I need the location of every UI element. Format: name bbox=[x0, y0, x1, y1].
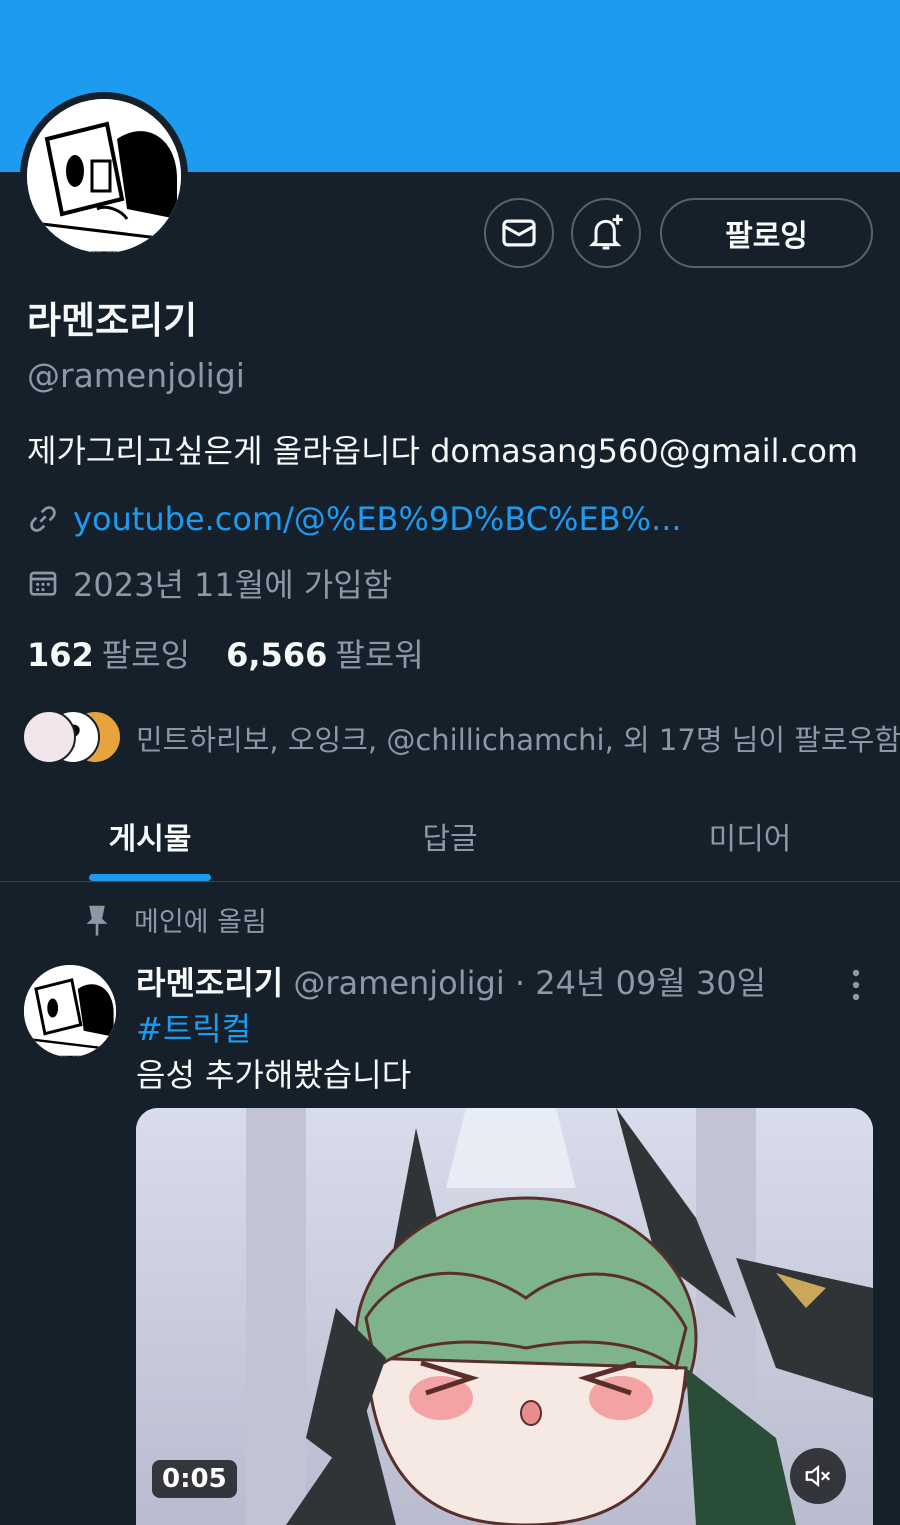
post-video[interactable]: 0:05 bbox=[136, 1108, 873, 1525]
notify-button[interactable] bbox=[571, 198, 641, 268]
following-count: 162 bbox=[27, 636, 94, 674]
post-hashtag[interactable]: #트릭컬 bbox=[136, 1004, 251, 1050]
pinned-indicator: 메인에 올림 bbox=[84, 900, 267, 939]
followers-count: 6,566 bbox=[226, 636, 328, 674]
link-icon bbox=[30, 506, 56, 532]
more-vertical-icon bbox=[852, 969, 860, 1001]
active-tab-indicator bbox=[89, 874, 211, 881]
mail-icon bbox=[502, 219, 536, 247]
tab-replies[interactable]: 답글 bbox=[300, 790, 600, 881]
bell-plus-icon bbox=[589, 214, 623, 250]
video-duration: 0:05 bbox=[152, 1460, 237, 1498]
message-button[interactable] bbox=[484, 198, 554, 268]
volume-mute-icon bbox=[805, 1464, 831, 1488]
profile-link[interactable]: youtube.com/@%EB%9D%BC%EB%... bbox=[73, 500, 682, 538]
profile-link-row[interactable]: youtube.com/@%EB%9D%BC%EB%... bbox=[27, 500, 682, 538]
following-label: 팔로잉 bbox=[101, 636, 191, 674]
follow-counts: 162 팔로잉 6,566 팔로워 bbox=[27, 630, 424, 676]
calendar-icon bbox=[29, 571, 57, 596]
tab-posts[interactable]: 게시물 bbox=[0, 790, 300, 881]
post-more-button[interactable] bbox=[844, 965, 868, 1005]
followers-count-link[interactable]: 6,566 팔로워 bbox=[226, 630, 424, 676]
mute-button[interactable] bbox=[790, 1448, 846, 1504]
post-text: 음성 추가해봤습니다 bbox=[136, 1056, 412, 1094]
profile-display-name: 라멘조리기 bbox=[27, 299, 198, 342]
post-header: 라멘조리기 @ramenjoligi · 24년 09월 30일 bbox=[136, 958, 766, 1004]
pinned-label: 메인에 올림 bbox=[134, 907, 267, 938]
post-author-name[interactable]: 라멘조리기 bbox=[136, 964, 283, 1002]
post-handle-date[interactable]: @ramenjoligi · 24년 09월 30일 bbox=[293, 964, 766, 1002]
mutual-avatars: ? bbox=[22, 710, 122, 766]
followers-you-know-text: 민트하리보, 오잉크, @chillichamchi, 외 17명 님이 팔로우… bbox=[136, 723, 900, 757]
tab-label: 게시물 bbox=[108, 821, 192, 857]
profile-handle: @ramenjoligi bbox=[27, 356, 245, 395]
tab-label: 미디어 bbox=[708, 821, 792, 857]
followers-label: 팔로워 bbox=[335, 636, 424, 674]
video-frame bbox=[136, 1108, 873, 1525]
post-author-avatar[interactable] bbox=[24, 965, 116, 1057]
profile-avatar[interactable] bbox=[20, 92, 188, 260]
profile-joined-row: 2023년 11월에 가입함 bbox=[27, 560, 392, 606]
profile-tabs: 게시물 답글 미디어 bbox=[0, 790, 900, 882]
following-button[interactable]: 팔로잉 bbox=[660, 198, 873, 268]
followers-you-know[interactable]: ? 민트하리보, 오잉크, @chillichamchi, 외 17명 님이 팔… bbox=[22, 710, 900, 766]
pin-icon bbox=[86, 905, 108, 936]
mutual-avatar bbox=[22, 710, 76, 764]
profile-bio: 제가그리고싶은게 올라옵니다 domasang560@gmail.com bbox=[27, 432, 859, 470]
tab-media[interactable]: 미디어 bbox=[600, 790, 900, 881]
profile-joined-date: 2023년 11월에 가입함 bbox=[73, 566, 393, 604]
following-count-link[interactable]: 162 팔로잉 bbox=[27, 630, 190, 676]
tab-label: 답글 bbox=[422, 821, 478, 857]
